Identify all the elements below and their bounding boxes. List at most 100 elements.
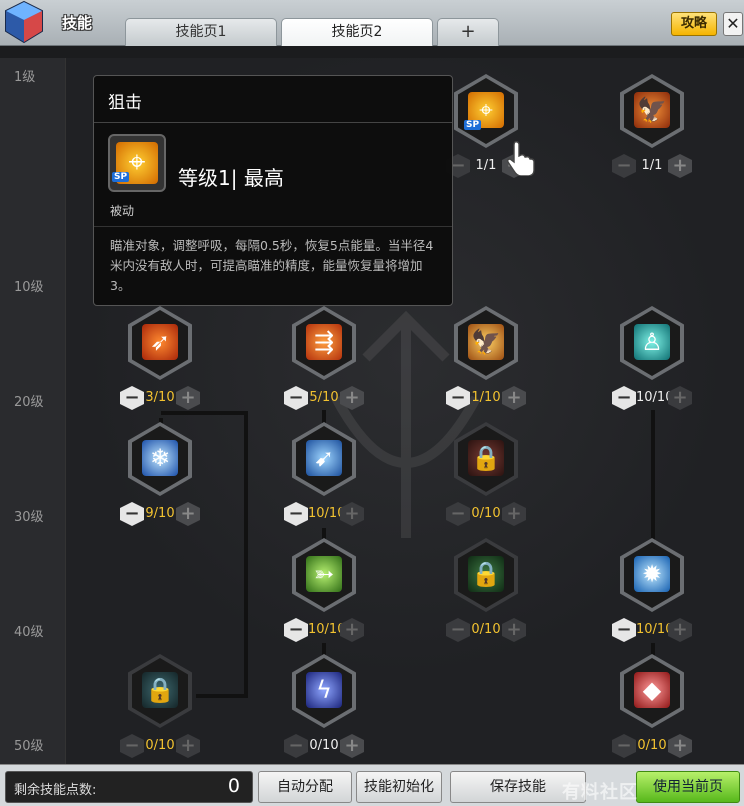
decrease-button[interactable]: − [284,502,308,526]
red-gem-icon: ◆ [634,672,670,708]
skill-blue-arrows[interactable]: ➹ − 10/10 + [284,422,364,532]
skill-level: 5/10 [309,390,339,405]
decrease-button[interactable]: − [612,734,636,758]
skill-red-gem[interactable]: ◆ − 0/10 + [612,654,692,764]
skill-level: 10/10 [308,506,346,521]
level-label: 50级 [14,739,44,754]
skill-level: 0/10 [471,622,501,637]
decrease-button[interactable]: − [446,386,470,410]
tooltip-description: 瞄准对象，调整呼吸，每隔0.5秒，恢复5点能量。当半径4米内没有敌人时，可提高瞄… [110,238,434,293]
skill-level: 9/10 [145,506,175,521]
decrease-button[interactable]: − [284,734,308,758]
add-tab-button[interactable]: + [437,18,499,46]
tooltip-type: 被动 [110,204,135,218]
green-bow-icon: ➳ [306,556,342,592]
close-button[interactable]: ✕ [723,12,743,36]
ice-arrow-icon: ❄ [142,440,178,476]
sp-tag: SP [112,172,130,182]
remaining-points-label: 剩余技能点数: [14,783,97,798]
tab-skill-page-1[interactable]: 技能页1 [125,18,277,46]
divider [94,122,452,123]
remaining-points-value: 0 [227,775,240,797]
lightning-bow-icon: ϟ [306,672,342,708]
skill-triple-arrow[interactable]: ⇶ − 5/10 + [284,306,364,416]
skill-gear-aura[interactable]: ✹ − 10/10 + [612,538,692,648]
decrease-button[interactable]: − [284,618,308,642]
tooltip-level: 等级1| 最高 [178,166,284,190]
decrease-button[interactable]: − [612,618,636,642]
skill-ice-arrow[interactable]: ❄ − 9/10 + [120,422,200,532]
skill-spirit[interactable]: ♙ − 10/10 + [612,306,692,416]
decrease-button[interactable]: − [120,502,144,526]
skill-level: 0/10 [637,738,667,753]
skill-level: 0/10 [471,506,501,521]
increase-button[interactable]: + [340,734,364,758]
increase-button[interactable]: + [668,734,692,758]
tooltip-icon-frame: ⌖ SP [108,134,166,192]
skill-tooltip: 狙击 ⌖ SP 等级1| 最高 被动 瞄准对象，调整呼吸，每隔0.5秒，恢复5点… [93,75,453,306]
increase-button[interactable]: + [176,386,200,410]
increase-button[interactable]: + [340,386,364,410]
increase-button[interactable]: + [502,386,526,410]
guide-button[interactable]: 攻略 [671,12,717,36]
arrow-burst-icon: ➶ [142,324,178,360]
auto-assign-button[interactable]: 自动分配 [258,771,352,803]
lock-icon: 🔒 [468,440,504,476]
reset-skills-button[interactable]: 技能初始化 [356,771,442,803]
skill-level: 10/10 [308,622,346,637]
triple-arrow-icon: ⇶ [306,324,342,360]
spirit-figure-icon: ♙ [634,324,670,360]
increase-button[interactable]: + [502,502,526,526]
skill-level: 0/10 [309,738,339,753]
watermark: 有料社区 [562,782,638,803]
level-label: 1级 [14,70,36,85]
decrease-button[interactable]: − [612,154,636,178]
decrease-button[interactable]: − [284,386,308,410]
blue-arrows-icon: ➹ [306,440,342,476]
divider [94,226,452,227]
decrease-button[interactable]: − [120,734,144,758]
decrease-button[interactable]: − [446,618,470,642]
skill-level: 10/10 [636,390,674,405]
skill-green-bow[interactable]: ➳ − 10/10 + [284,538,364,648]
level-column: 1级 10级 20级 30级 40级 50级 [0,58,66,764]
use-current-page-button[interactable]: 使用当前页 [636,771,740,803]
hand-cursor-icon [507,141,535,176]
level-label: 40级 [14,625,44,640]
sp-tag: SP [464,120,482,130]
skill-level: 1/1 [641,158,663,173]
skill-arrow-burst[interactable]: ➶ − 3/10 + [120,306,200,416]
skill-locked-1[interactable]: 🔒 − 0/10 + [446,422,526,532]
window-title: 技能 [62,14,93,32]
gear-aura-icon: ✹ [634,556,670,592]
skill-level: 1/1 [475,158,497,173]
tooltip-skill-name: 狙击 [108,93,142,113]
increase-button[interactable]: + [668,154,692,178]
increase-button[interactable]: + [176,502,200,526]
skill-level: 10/10 [636,622,674,637]
skill-eagle[interactable]: 🦅 − 1/1 + [612,74,692,184]
skill-level: 1/10 [471,390,501,405]
level-label: 20级 [14,395,44,410]
eagle-icon: 🦅 [634,92,670,128]
increase-button[interactable]: + [176,734,200,758]
increase-button[interactable]: + [502,618,526,642]
skill-locked-3[interactable]: 🔒 − 0/10 + [120,654,200,764]
decrease-button[interactable]: − [446,502,470,526]
title-bar: 技能 技能页1 技能页2 + 攻略 ✕ [0,0,744,46]
skill-locked-2[interactable]: 🔒 − 0/10 + [446,538,526,648]
decrease-button[interactable]: − [612,386,636,410]
remaining-points-box: 剩余技能点数: 0 [5,771,253,803]
decrease-button[interactable]: − [120,386,144,410]
lock-icon: 🔒 [468,556,504,592]
tab-skill-page-2[interactable]: 技能页2 [281,18,433,46]
lock-icon: 🔒 [142,672,178,708]
skill-eagle-strike[interactable]: 🦅 − 1/10 + [446,306,526,416]
skill-lightning-bow[interactable]: ϟ − 0/10 + [284,654,364,764]
skill-level: 0/10 [145,738,175,753]
skill-level: 3/10 [145,390,175,405]
cube-logo-icon [5,0,43,44]
level-label: 30级 [14,510,44,525]
eagle-strike-icon: 🦅 [468,324,504,360]
level-label: 10级 [14,280,44,295]
